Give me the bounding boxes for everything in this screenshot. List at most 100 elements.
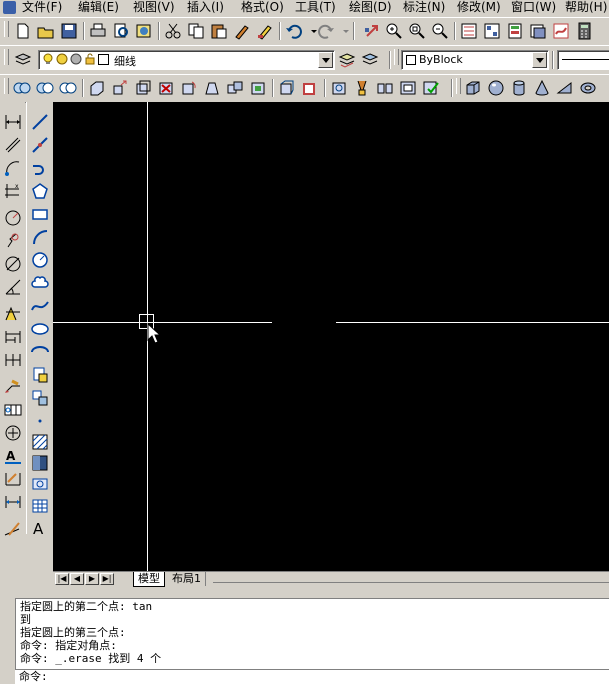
color-dropdown-arrow[interactable] xyxy=(532,52,547,68)
cut-icon[interactable] xyxy=(164,22,182,40)
rectangle-icon[interactable] xyxy=(30,204,50,224)
undo-dropdown-icon[interactable] xyxy=(305,22,317,40)
construction-line-icon[interactable] xyxy=(30,135,50,155)
extrude-faces-icon[interactable] xyxy=(88,79,106,97)
markup-icon[interactable] xyxy=(552,22,570,40)
color-dropdown[interactable]: ByBlock xyxy=(401,50,549,70)
layer-lock-icon[interactable] xyxy=(84,53,96,65)
new-file-icon[interactable] xyxy=(14,22,32,40)
aligned-dimension-icon[interactable] xyxy=(3,135,23,155)
menu-edit[interactable]: 编辑(E) xyxy=(78,0,119,16)
arc-icon[interactable] xyxy=(30,227,50,247)
color-faces-icon[interactable] xyxy=(249,79,267,97)
toolbar-grip[interactable] xyxy=(4,78,9,94)
menu-tools[interactable]: 工具(T) xyxy=(295,0,336,16)
design-center-icon[interactable] xyxy=(483,22,501,40)
command-input[interactable]: 命令: xyxy=(15,669,609,684)
elliptical-arc-icon[interactable] xyxy=(30,342,50,362)
print-icon[interactable] xyxy=(89,22,107,40)
separate-icon[interactable] xyxy=(376,79,394,97)
rotate-faces-icon[interactable] xyxy=(180,79,198,97)
circle-icon[interactable] xyxy=(30,250,50,270)
copy-faces-icon[interactable] xyxy=(226,79,244,97)
sphere-icon[interactable] xyxy=(487,79,505,97)
check-icon[interactable] xyxy=(422,79,440,97)
dimension-update-icon[interactable] xyxy=(3,492,23,512)
drawing-canvas[interactable] xyxy=(53,102,609,571)
imprint-icon[interactable] xyxy=(330,79,348,97)
gradient-icon[interactable] xyxy=(30,453,50,473)
spline-icon[interactable] xyxy=(30,296,50,316)
horizontal-scrollbar[interactable] xyxy=(213,582,609,587)
last-tab-button[interactable]: ▶| xyxy=(100,573,114,585)
first-tab-button[interactable]: |◀ xyxy=(55,573,69,585)
menu-insert[interactable]: 插入(I) xyxy=(187,0,224,16)
layer-dropdown-arrow[interactable] xyxy=(318,52,333,68)
prev-tab-button[interactable]: ◀ xyxy=(70,573,84,585)
multiline-text-icon[interactable]: A xyxy=(30,518,50,538)
save-icon[interactable] xyxy=(60,22,78,40)
layer-freeze-icon[interactable] xyxy=(56,53,68,65)
color-edges-icon[interactable] xyxy=(301,79,319,97)
layer-manager-icon[interactable] xyxy=(14,51,32,69)
linear-dimension-icon[interactable] xyxy=(3,112,23,132)
toolbar-grip[interactable] xyxy=(4,49,9,65)
menu-dimension[interactable]: 标注(N) xyxy=(403,0,445,16)
menu-draw[interactable]: 绘图(D) xyxy=(349,0,392,16)
arc-length-icon[interactable] xyxy=(3,158,23,178)
taper-faces-icon[interactable] xyxy=(203,79,221,97)
pan-icon[interactable] xyxy=(362,22,380,40)
sheet-set-icon[interactable] xyxy=(529,22,547,40)
polygon-icon[interactable] xyxy=(30,181,50,201)
dimension-style-icon[interactable] xyxy=(3,519,23,539)
copy-icon[interactable] xyxy=(187,22,205,40)
menu-window[interactable]: 窗口(W) xyxy=(511,0,556,16)
jogged-dimension-icon[interactable] xyxy=(3,231,23,251)
block-editor-icon[interactable] xyxy=(256,22,274,40)
dimension-text-edit-icon[interactable] xyxy=(3,469,23,489)
make-object-layer-current-icon[interactable] xyxy=(338,51,356,69)
command-window-grip[interactable] xyxy=(0,586,15,683)
tolerance-icon[interactable] xyxy=(3,400,23,420)
paste-icon[interactable] xyxy=(210,22,228,40)
wedge-icon[interactable] xyxy=(556,79,574,97)
quick-dimension-icon[interactable] xyxy=(3,304,23,324)
zoom-previous-icon[interactable] xyxy=(431,22,449,40)
box-icon[interactable] xyxy=(464,79,482,97)
undo-icon[interactable] xyxy=(285,22,303,40)
revision-cloud-icon[interactable] xyxy=(30,273,50,293)
delete-faces-icon[interactable] xyxy=(157,79,175,97)
orbit-intersect-icon[interactable] xyxy=(59,79,77,97)
angular-dimension-icon[interactable] xyxy=(3,277,23,297)
orbit-union-icon[interactable] xyxy=(13,79,31,97)
menu-file[interactable]: 文件(F) xyxy=(22,0,62,16)
layer-previous-icon[interactable] xyxy=(361,51,379,69)
move-faces-icon[interactable] xyxy=(111,79,129,97)
orbit-subtract-icon[interactable] xyxy=(36,79,54,97)
ordinate-dimension-icon[interactable]: x xyxy=(3,181,23,201)
polyline-icon[interactable] xyxy=(30,158,50,178)
menu-format[interactable]: 格式(O) xyxy=(241,0,284,16)
layer-dropdown[interactable]: 细线 xyxy=(38,50,335,70)
copy-edges-icon[interactable] xyxy=(278,79,296,97)
zoom-realtime-icon[interactable] xyxy=(385,22,403,40)
cylinder-icon[interactable] xyxy=(510,79,528,97)
insert-block-icon[interactable] xyxy=(30,365,50,385)
torus-icon[interactable] xyxy=(579,79,597,97)
cone-icon[interactable] xyxy=(533,79,551,97)
tab-layout1[interactable]: 布局1 xyxy=(168,572,206,586)
quick-leader-icon[interactable] xyxy=(3,377,23,397)
menu-help[interactable]: 帮助(H) xyxy=(565,0,607,16)
match-properties-icon[interactable] xyxy=(233,22,251,40)
line-icon[interactable] xyxy=(30,112,50,132)
ellipse-icon[interactable] xyxy=(30,319,50,339)
menu-modify[interactable]: 修改(M) xyxy=(457,0,501,16)
linetype-dropdown[interactable] xyxy=(557,50,609,70)
publish-icon[interactable] xyxy=(135,22,153,40)
make-block-icon[interactable] xyxy=(30,388,50,408)
radius-dimension-icon[interactable] xyxy=(3,208,23,228)
menu-view[interactable]: 视图(V) xyxy=(133,0,175,16)
clean-icon[interactable] xyxy=(353,79,371,97)
open-file-icon[interactable] xyxy=(37,22,55,40)
print-preview-icon[interactable] xyxy=(112,22,130,40)
